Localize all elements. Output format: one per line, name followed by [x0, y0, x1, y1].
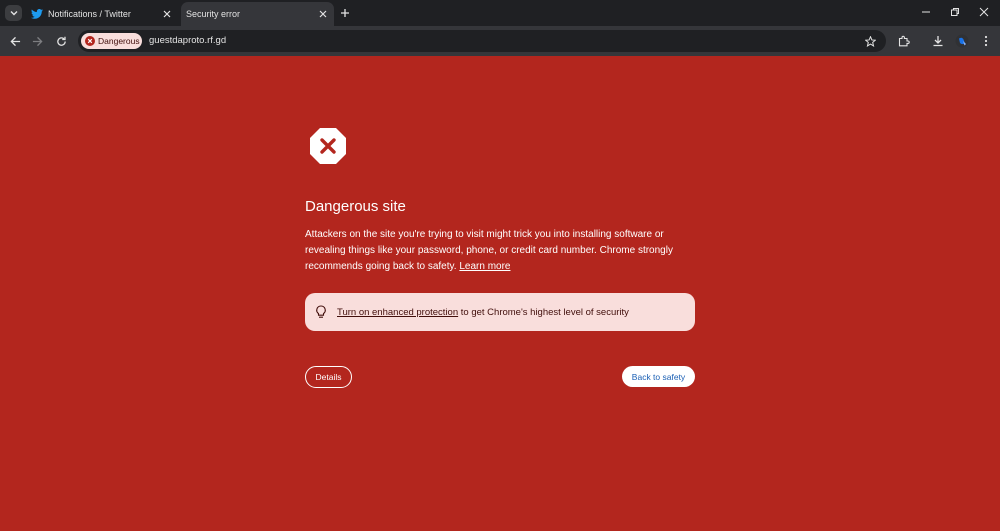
tab-strip: Notifications / Twitter Security error: [0, 0, 1000, 26]
twitter-icon: [31, 8, 43, 20]
reload-icon: [56, 36, 66, 46]
enhanced-protection-link[interactable]: Turn on enhanced protection: [337, 307, 458, 318]
reload-button[interactable]: [52, 32, 70, 50]
extensions-button[interactable]: [895, 32, 913, 50]
more-vertical-icon: [984, 35, 988, 47]
forward-button[interactable]: [28, 32, 46, 50]
minimize-button[interactable]: [911, 2, 941, 22]
tab-notifications-twitter[interactable]: Notifications / Twitter: [28, 2, 178, 26]
page-title: Dangerous site: [305, 198, 406, 215]
learn-more-link[interactable]: Learn more: [459, 261, 510, 272]
toolbar: Dangerous guestdaproto.rf.gd: [0, 26, 1000, 56]
url-text[interactable]: guestdaproto.rf.gd: [149, 35, 226, 46]
bookmark-star-button[interactable]: [862, 33, 878, 49]
tab-search-button[interactable]: [5, 5, 22, 21]
error-circle-icon: [85, 36, 95, 46]
plus-icon: [341, 9, 349, 17]
new-tab-button[interactable]: [338, 5, 352, 21]
back-to-safety-button[interactable]: Back to safety: [622, 366, 695, 387]
chip-label: Dangerous: [98, 36, 140, 46]
enhanced-protection-message: Turn on enhanced protection to get Chrom…: [337, 307, 629, 318]
tab-title: Notifications / Twitter: [48, 9, 131, 19]
profile-button[interactable]: [953, 32, 971, 50]
arrow-right-icon: [32, 36, 43, 46]
close-icon: [979, 7, 989, 17]
close-icon[interactable]: [160, 7, 174, 21]
back-button[interactable]: [6, 32, 24, 50]
avatar: [955, 34, 969, 48]
warning-description: Attackers on the site you're trying to v…: [305, 227, 685, 275]
details-button[interactable]: Details: [305, 366, 352, 388]
dangerous-site-chip[interactable]: Dangerous: [81, 33, 142, 49]
puzzle-icon: [898, 35, 910, 47]
interstitial-page: Dangerous site Attackers on the site you…: [0, 56, 1000, 531]
close-icon[interactable]: [316, 7, 330, 21]
restore-button[interactable]: [940, 2, 970, 22]
tab-security-error[interactable]: Security error: [181, 2, 334, 26]
chevron-down-icon: [10, 11, 17, 16]
minimize-icon: [922, 11, 930, 13]
enhanced-protection-text: to get Chrome's highest level of securit…: [460, 306, 629, 318]
menu-button[interactable]: [977, 32, 995, 50]
window-close-button[interactable]: [969, 2, 999, 22]
downloads-button[interactable]: [929, 32, 947, 50]
danger-octagon-icon: [309, 127, 347, 165]
address-bar[interactable]: Dangerous guestdaproto.rf.gd: [78, 30, 886, 52]
lightbulb-icon: [315, 305, 327, 319]
restore-icon: [951, 8, 959, 16]
arrow-left-icon: [9, 36, 20, 46]
tab-title: Security error: [186, 9, 241, 19]
enhanced-protection-banner: Turn on enhanced protection to get Chrom…: [305, 293, 695, 331]
star-icon: [864, 35, 876, 47]
download-icon: [933, 36, 943, 47]
